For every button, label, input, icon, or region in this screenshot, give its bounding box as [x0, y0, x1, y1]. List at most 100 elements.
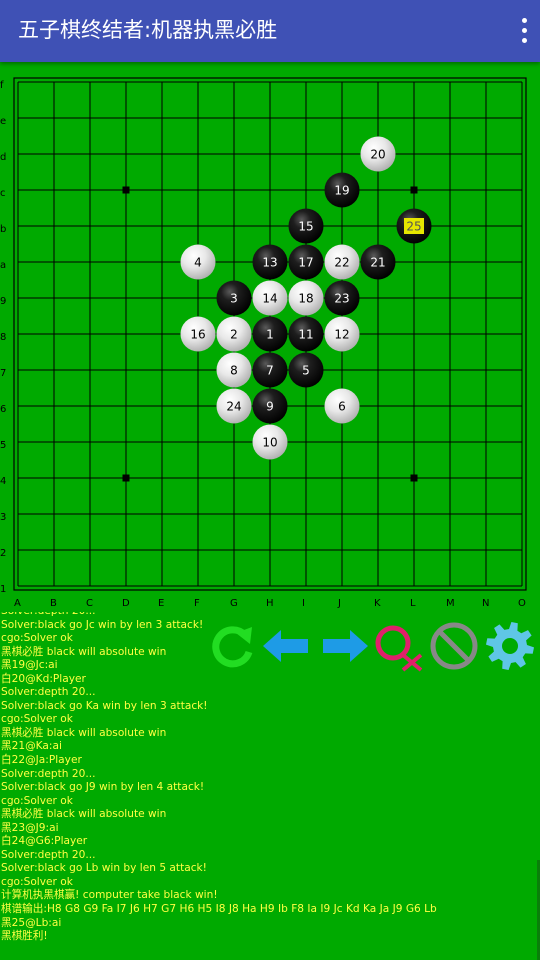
- gomoku-board[interactable]: ABCDEFGHIJKLMNO123456789abcdef 123456789…: [0, 62, 540, 622]
- stone-number: 9: [266, 400, 274, 414]
- row-label: 6: [0, 404, 6, 415]
- row-label: c: [0, 188, 6, 199]
- stone-number: 20: [370, 148, 385, 162]
- row-label: 8: [0, 332, 6, 343]
- stone-number: 16: [190, 328, 205, 342]
- white-stone: 14: [252, 280, 288, 316]
- row-label: 9: [0, 296, 6, 307]
- log-line: 黑23@J9:ai: [1, 821, 59, 834]
- log-line: 黑25@Lb:ai: [1, 916, 62, 929]
- row-label: a: [0, 260, 6, 271]
- black-stone: 19: [324, 172, 360, 208]
- stop-button[interactable]: [429, 618, 483, 674]
- log-line: cgo:Solver ok: [1, 794, 73, 807]
- white-stone: 6: [324, 388, 360, 424]
- stone-number: 21: [370, 256, 385, 270]
- log-line: Solver:depth 20...: [1, 767, 96, 780]
- col-label: G: [230, 598, 238, 609]
- star-point: [122, 186, 130, 194]
- stone-number: 2: [230, 328, 238, 342]
- stone-number: 22: [334, 256, 349, 270]
- settings-button[interactable]: [484, 618, 538, 674]
- stone-number: 19: [334, 184, 349, 198]
- hint-search-button[interactable]: [373, 618, 427, 674]
- stone-number: 25: [406, 220, 421, 234]
- col-label: H: [266, 598, 274, 609]
- col-label: A: [14, 598, 21, 609]
- col-label: B: [50, 598, 57, 609]
- more-vert-icon[interactable]: [518, 16, 530, 46]
- stone-number: 24: [226, 400, 241, 414]
- row-label: 5: [0, 440, 6, 451]
- black-stone: 25: [396, 208, 432, 244]
- black-stone: 3: [216, 280, 252, 316]
- stone-number: 23: [334, 292, 349, 306]
- row-label: 3: [0, 512, 6, 523]
- disable-icon: [430, 622, 478, 670]
- black-stone: 1: [252, 316, 288, 352]
- white-stone: 20: [360, 136, 396, 172]
- black-stone: 21: [360, 244, 396, 280]
- white-stone: 16: [180, 316, 216, 352]
- col-label: J: [337, 598, 341, 609]
- white-stone: 22: [324, 244, 360, 280]
- col-label: I: [302, 598, 305, 609]
- row-label: d: [0, 152, 6, 163]
- redo-button[interactable]: [320, 618, 374, 674]
- col-label: M: [446, 598, 455, 609]
- col-label: L: [410, 598, 416, 609]
- row-label: 1: [0, 584, 6, 595]
- search-cancel-icon: [375, 625, 423, 672]
- black-stone: 23: [324, 280, 360, 316]
- col-label: K: [374, 598, 381, 609]
- white-stone: 10: [252, 424, 288, 460]
- star-point: [410, 186, 418, 194]
- white-stone: 4: [180, 244, 216, 280]
- log-line: 黑棋必胜 black will absolute win: [1, 726, 167, 739]
- stone-number: 15: [298, 220, 313, 234]
- black-stone: 17: [288, 244, 324, 280]
- col-label: E: [158, 598, 164, 609]
- log-line: 黑棋胜利!: [1, 930, 48, 943]
- white-stone: 12: [324, 316, 360, 352]
- stone-number: 5: [302, 364, 310, 378]
- row-label: 2: [0, 548, 6, 559]
- star-point: [410, 474, 418, 482]
- log-line: Solver:depth 20...: [1, 686, 96, 699]
- col-label: C: [86, 598, 93, 609]
- stone-number: 17: [298, 256, 313, 270]
- black-stone: 15: [288, 208, 324, 244]
- board-svg[interactable]: A B C D E F G H I J K L M N O123456789abcdef 123456789…: [0, 62, 540, 622]
- app-title: 五子棋终结者:机器执黑必胜: [18, 18, 278, 42]
- col-label: F: [194, 598, 200, 609]
- log-line: Solver:depth 20...: [1, 848, 96, 861]
- stone-number: 8: [230, 364, 238, 378]
- row-label: b: [0, 224, 6, 235]
- redo-arrow-icon: [323, 630, 368, 662]
- log-line: 白22@Ja:Player: [1, 754, 82, 767]
- stone-number: 3: [230, 292, 238, 306]
- stone-number: 12: [334, 328, 349, 342]
- stone-number: 14: [262, 292, 277, 306]
- stone-number: 7: [266, 364, 274, 378]
- black-stone: 11: [288, 316, 324, 352]
- white-stone: 18: [288, 280, 324, 316]
- restart-button[interactable]: [205, 618, 259, 674]
- log-line: cgo:Solver ok: [1, 713, 73, 726]
- log-line: 黑棋必胜 black will absolute win: [1, 808, 167, 821]
- log-line: Solver:black go Lb win by len 5 attack!: [1, 862, 207, 875]
- log-line: 白24@G6:Player: [1, 835, 88, 848]
- col-label: O: [518, 598, 526, 609]
- log-line: Solver:black go J9 win by len 4 attack!: [1, 781, 205, 794]
- star-point: [122, 474, 130, 482]
- stone-number: 1: [266, 328, 274, 342]
- log-line: 计算机执黑棋赢! computer take black win!: [1, 889, 218, 902]
- stone-number: 13: [262, 256, 277, 270]
- log-line: cgo:Solver ok: [1, 875, 73, 888]
- white-stone: 8: [216, 352, 252, 388]
- black-stone: 9: [252, 388, 288, 424]
- black-stone: 13: [252, 244, 288, 280]
- undo-button[interactable]: [261, 618, 315, 674]
- row-label: 4: [0, 476, 6, 487]
- black-stone: 5: [288, 352, 324, 388]
